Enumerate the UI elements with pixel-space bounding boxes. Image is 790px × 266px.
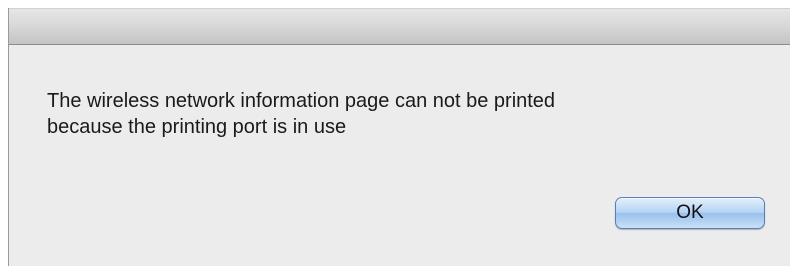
ok-button[interactable]: OK <box>615 197 765 229</box>
dialog-titlebar[interactable] <box>9 8 790 45</box>
dialog-message: The wireless network information page ca… <box>47 88 767 140</box>
alert-dialog: The wireless network information page ca… <box>8 8 790 266</box>
dialog-message-line-1: The wireless network information page ca… <box>47 90 556 112</box>
dialog-message-line-2: because the printing port is in use <box>47 116 347 138</box>
